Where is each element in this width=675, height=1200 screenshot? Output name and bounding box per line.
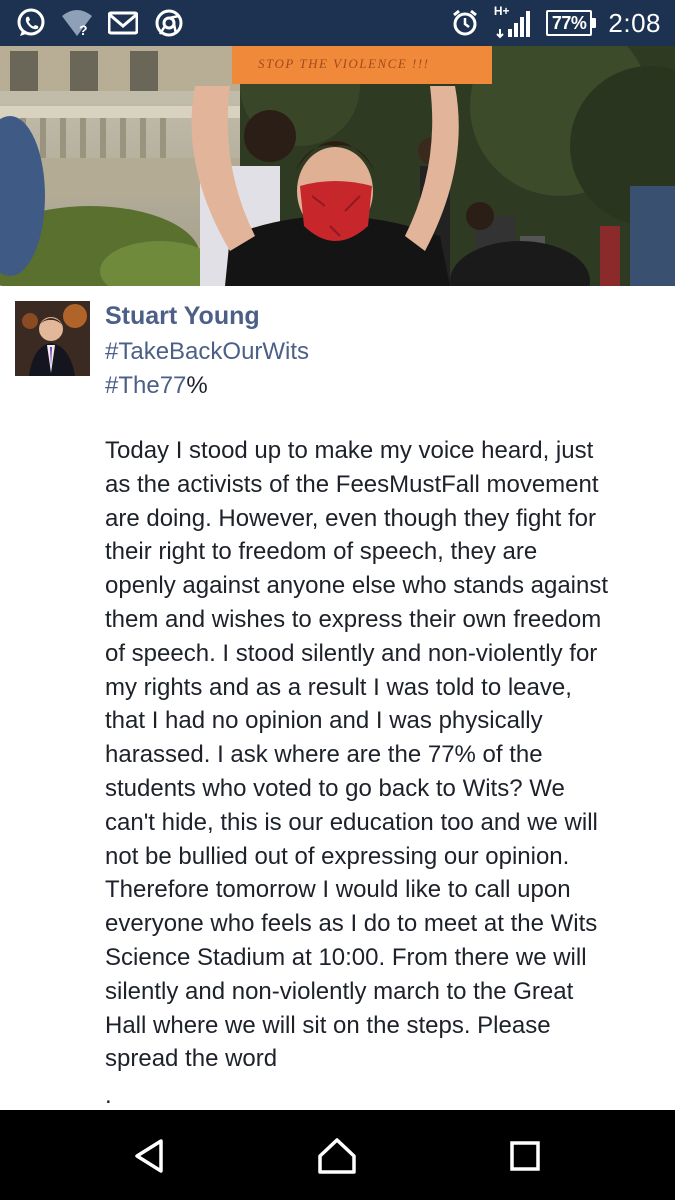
battery-cap <box>592 18 597 28</box>
sign-text: STOP THE VIOLENCE !!! <box>258 56 430 71</box>
chrome-icon <box>152 6 186 40</box>
network-type-label: H+ <box>493 4 510 18</box>
status-bar: ? H+ 77% 2:08 <box>0 0 675 46</box>
protest-photo-image: STOP THE VIOLENCE !!! <box>0 46 675 286</box>
post-body: Today I stood up to make my voice heard,… <box>105 437 609 1073</box>
navigation-bar <box>0 1110 675 1200</box>
recents-icon <box>510 1141 540 1171</box>
avatar[interactable] <box>15 301 90 376</box>
post-card: Stuart Young #TakeBackOurWits #The77% To… <box>0 286 675 1110</box>
hashtag-the77-line: #The77% <box>105 372 208 400</box>
hashtag-takebackourwits[interactable]: #TakeBackOurWits <box>105 338 309 366</box>
alarm-icon <box>448 6 482 40</box>
home-icon <box>318 1138 356 1174</box>
whatsapp-icon <box>14 6 48 40</box>
battery-indicator: 77% <box>545 10 597 36</box>
clock: 2:08 <box>608 7 661 38</box>
post-photo[interactable]: STOP THE VIOLENCE !!! <box>0 46 675 286</box>
post-trailing-dot: . <box>105 1082 112 1109</box>
home-button[interactable] <box>315 1134 359 1178</box>
gmail-icon <box>106 6 140 40</box>
battery-level: 77% <box>545 10 593 36</box>
back-icon <box>135 1139 163 1173</box>
profile-photo-image <box>15 301 90 376</box>
signal-icon: H+ <box>493 4 534 40</box>
wifi-unknown-icon: ? <box>60 6 94 40</box>
hashtag-the77[interactable]: #The77 <box>105 372 186 399</box>
svg-text:?: ? <box>79 22 88 38</box>
recents-button[interactable] <box>503 1134 547 1178</box>
percent-suffix: % <box>186 372 208 399</box>
author-name[interactable]: Stuart Young <box>105 302 260 331</box>
back-button[interactable] <box>127 1134 171 1178</box>
